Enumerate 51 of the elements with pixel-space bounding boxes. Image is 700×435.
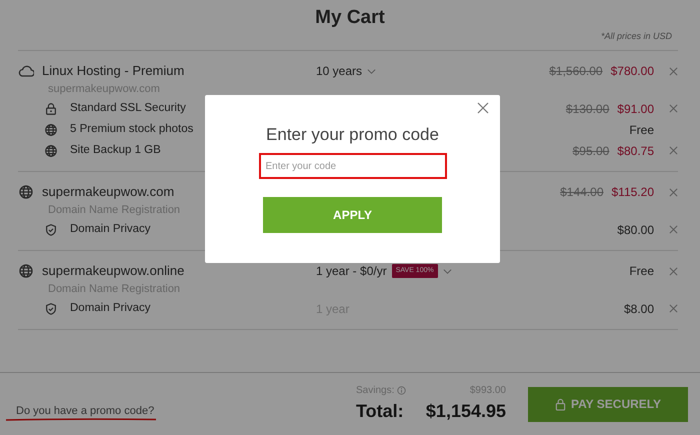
price: $115.20 [612,184,654,201]
globe-icon [44,144,58,158]
product-name: supermakeupwow.online [42,262,184,280]
price: Free [629,263,654,280]
globe-icon [44,122,58,136]
term-label: 10 years [316,63,362,80]
price: Free [629,122,654,138]
chevron-down-icon[interactable] [367,66,376,76]
promo-code-field[interactable]: Enter your code [258,153,446,179]
close-button[interactable] [477,102,491,116]
price: $780.00 [610,63,654,80]
original-price: $95.00 [572,142,610,160]
product-name: Linux Hosting - Premium [42,62,184,80]
addon-name: Standard SSL Security [70,100,186,116]
close-icon[interactable] [669,146,678,155]
shield-icon [44,222,58,236]
price: $80.00 [617,222,654,238]
promo-code-link[interactable]: Do you have a promo code? [16,388,154,420]
close-icon[interactable] [669,188,678,196]
lock-icon [554,398,566,410]
addon-name: Domain Privacy [70,222,151,237]
chevron-down-icon[interactable] [442,266,452,276]
close-icon[interactable] [669,304,678,313]
price: $91.00 [617,100,654,118]
price: $80.75 [617,142,654,160]
close-icon[interactable] [669,66,678,76]
product-name: supermakeupwow.com [42,183,174,202]
info-icon [397,386,406,395]
dialog-title: Enter your promo code [266,125,439,145]
close-icon[interactable] [669,104,678,113]
shield-icon [44,302,58,316]
addon-name: Domain Privacy [70,300,151,316]
lock-icon [44,102,58,116]
original-price: $144.00 [560,184,604,201]
close-icon[interactable] [669,225,678,234]
pay-securely-button[interactable]: PAY SECURELY [528,386,688,422]
close-icon[interactable] [669,266,678,276]
cloud-icon [18,63,34,79]
total-label: Total: [356,400,404,423]
term-label: 1 year - $0/yr [316,263,387,280]
original-price: $1,560.00 [549,63,603,80]
original-price: $130.00 [566,100,610,118]
total-amount: $1,154.95 [426,400,506,423]
apply-button[interactable]: APPLY [263,197,442,233]
page-title: My Cart [314,6,386,30]
globe-icon [18,263,34,279]
addon-name: Site Backup 1 GB [70,142,161,158]
globe-icon [18,184,34,200]
addon-name: 5 Premium stock photos [70,122,194,137]
price-note: *All prices in USD [600,30,673,43]
price: $8.00 [624,300,654,318]
